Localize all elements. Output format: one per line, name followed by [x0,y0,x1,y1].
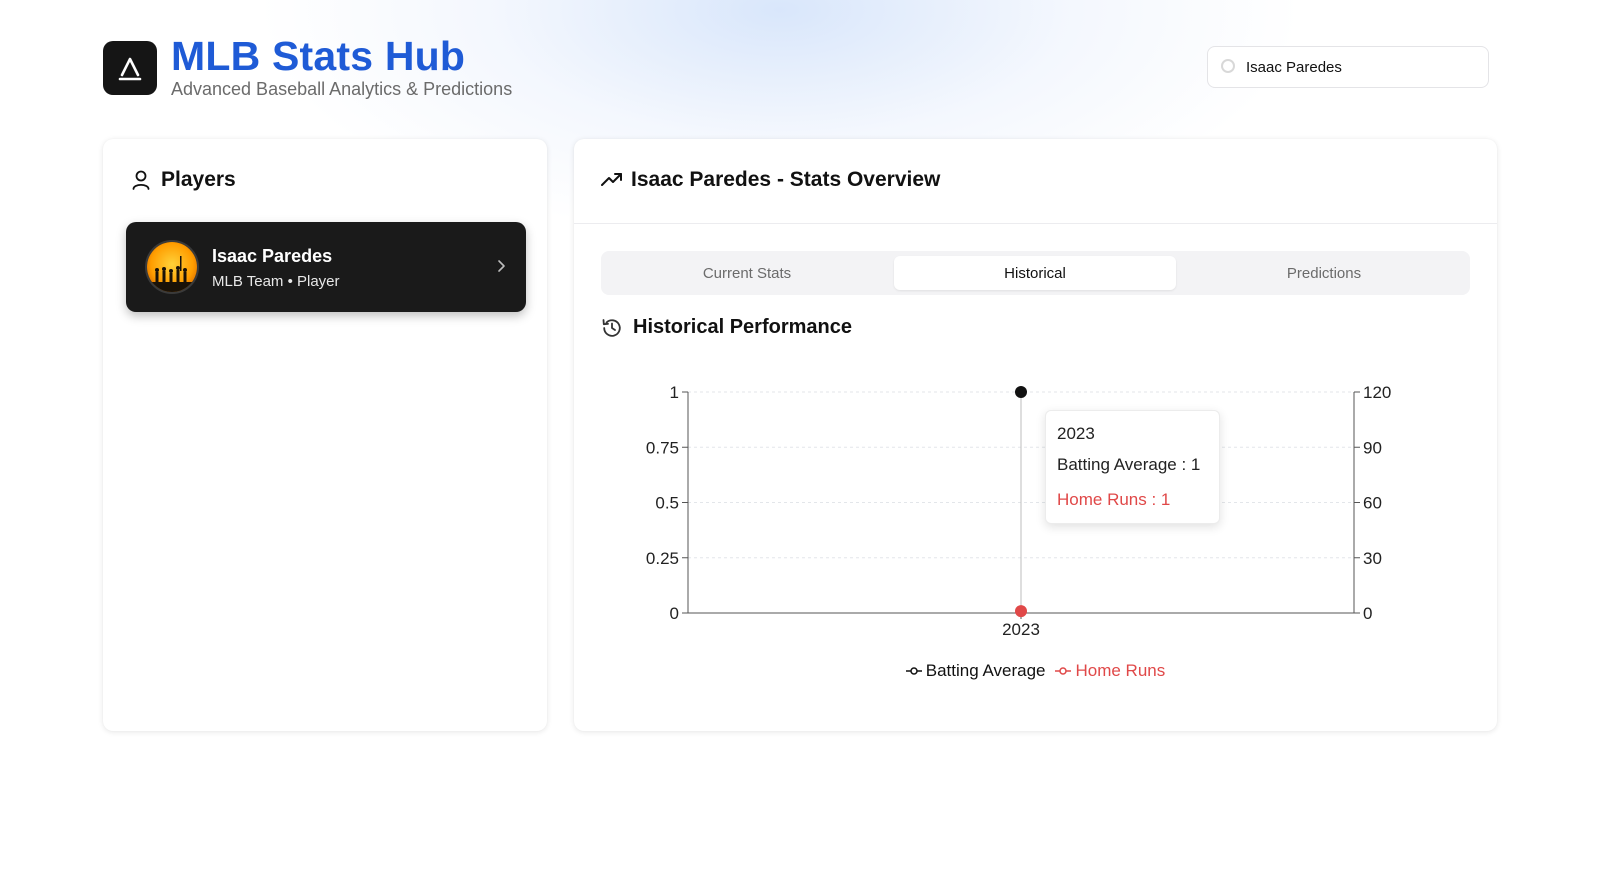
left-axis-tick-label: 1 [670,383,679,402]
tooltip-batting-average: Batting Average : 1 [1057,455,1201,474]
logo-a-icon [118,57,142,81]
app-subtitle: Advanced Baseball Analytics & Prediction… [171,79,513,99]
trending-up-icon [601,173,622,186]
stats-tabs: Current Stats Historical Predictions [601,251,1470,295]
stats-panel-header: Isaac Paredes - Stats Overview [601,168,940,192]
app-logo [103,41,157,95]
players-panel-title: Players [161,168,236,191]
player-list-item[interactable]: Isaac Paredes MLB Team • Player [126,222,526,312]
x-axis-tick-label: 2023 [1002,620,1040,639]
right-axis-tick-label: 0 [1363,604,1372,623]
player-name: Isaac Paredes [212,246,333,266]
legend-item-home-runs[interactable]: Home Runs [1055,661,1165,681]
left-axis-tick-label: 0.75 [646,438,679,457]
data-point-batting-average [1015,386,1027,398]
right-axis-tick-label: 30 [1363,549,1382,568]
players-panel-header: Players [131,168,236,192]
tooltip-home-runs: Home Runs : 1 [1057,490,1171,509]
tab-historical[interactable]: Historical [894,256,1176,290]
tab-current-stats[interactable]: Current Stats [606,256,888,290]
left-axis-tick-label: 0.5 [655,494,679,513]
tab-predictions[interactable]: Predictions [1183,256,1465,290]
stats-panel-title: Isaac Paredes - Stats Overview [631,168,941,191]
right-axis-tick-label: 60 [1363,494,1382,513]
legend-line-marker-icon [1055,667,1072,675]
section-title: Historical Performance [601,316,852,339]
left-axis-tick-label: 0.25 [646,549,679,568]
players-panel: Players Isaac Paredes MLB Team • Player [103,139,547,731]
left-axis-tick-label: 0 [670,604,679,623]
search-box[interactable] [1207,46,1489,88]
legend-label-home-runs: Home Runs [1075,661,1166,680]
player-meta: MLB Team • Player [212,273,340,290]
legend-label-batting-average: Batting Average [925,661,1046,680]
data-point-home-runs [1015,605,1027,618]
player-avatar [145,240,199,294]
chevron-right-icon [498,260,505,272]
history-icon [602,318,621,337]
historical-chart: 0 0.25 0.5 0.75 1 0 30 60 90 120 2023 2023 Batting… [601,371,1470,691]
app-title: MLB Stats Hub [171,33,466,79]
right-axis-tick-label: 90 [1363,438,1382,457]
right-axis-tick-label: 120 [1363,383,1391,402]
legend-item-batting-average[interactable]: Batting Average [905,661,1046,681]
historical-chart-svg: 0 0.25 0.5 0.75 1 0 30 60 90 120 2023 [646,383,1391,639]
stats-panel: Isaac Paredes - Stats Overview Current S… [574,139,1497,731]
user-icon [132,170,150,190]
search-icon [1221,59,1235,73]
chart-legend: Batting Average Home Runs [601,661,1470,681]
header-divider [574,223,1497,224]
legend-line-marker-icon [905,667,922,675]
tooltip-year: 2023 [1057,424,1095,443]
section-title-label: Historical Performance [633,316,852,338]
player-search-input[interactable] [1244,57,1478,77]
chart-tooltip: 2023 Batting Average : 1 Home Runs : 1 [1045,410,1220,524]
